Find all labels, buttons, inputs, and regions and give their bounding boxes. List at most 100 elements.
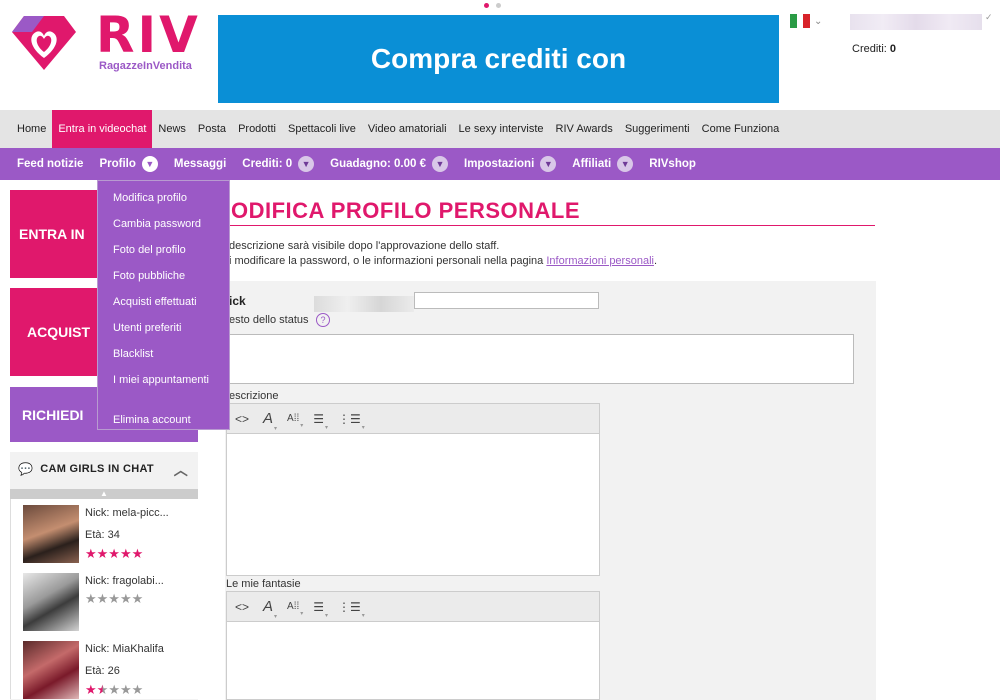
nick-value-redacted xyxy=(314,296,414,312)
personal-info-link[interactable]: Informazioni personali xyxy=(546,255,654,267)
nav-item-videochat[interactable]: Entra in videochat xyxy=(52,110,153,148)
user-nav: Feed notizie Profilo ▼ Messaggi Crediti:… xyxy=(0,148,1000,180)
chevron-down-icon: ▼ xyxy=(141,156,158,172)
italy-flag-icon xyxy=(790,14,811,28)
subnav-profilo-label: Profilo xyxy=(99,158,136,170)
help-icon[interactable]: ? xyxy=(316,313,330,327)
cam-age: Età: 34 xyxy=(85,529,120,541)
info-text-password: i modificare la password, o le informazi… xyxy=(229,255,657,267)
align-left-icon[interactable]: ☰ ▾ xyxy=(313,412,328,431)
list-item[interactable]: Nick: MiaKhalifa Età: 26 ★★★★★ xyxy=(23,641,193,699)
menu-item-foto-pubbliche[interactable]: Foto pubbliche xyxy=(98,263,229,289)
menu-item-elimina-account[interactable]: Elimina account xyxy=(98,407,229,433)
page-title: ODIFICA PROFILO PERSONALE xyxy=(231,198,581,223)
title-divider xyxy=(225,225,875,226)
subnav-impostazioni[interactable]: Impostazioni ▼ xyxy=(464,156,557,172)
rating-stars: ★★★★★ xyxy=(85,591,144,606)
subnav-crediti-label: Crediti: 0 xyxy=(242,158,293,170)
nick-input[interactable] xyxy=(414,292,599,309)
cam-girls-header[interactable]: 💬 CAM GIRLS IN CHAT ︿ xyxy=(10,452,198,486)
site-logo[interactable]: RIV RagazzeInVendita xyxy=(10,6,210,74)
nav-item-awards[interactable]: RIV Awards xyxy=(550,110,619,148)
logo-subtitle: RagazzeInVendita xyxy=(99,60,192,72)
carousel-dot-active[interactable] xyxy=(484,3,489,8)
nav-item-video[interactable]: Video amatoriali xyxy=(362,110,453,148)
menu-item-appuntamenti[interactable]: I miei appuntamenti xyxy=(98,367,229,393)
description-editor[interactable]: <> A ▾ A⁞⁞ ▾ ☰ ▾ ⋮☰ ▾ xyxy=(226,403,600,576)
chevron-up-icon[interactable]: ︿ xyxy=(174,460,188,480)
subnav-crediti[interactable]: Crediti: 0 ▼ xyxy=(242,156,315,172)
enter-chat-label: ENTRA IN xyxy=(19,226,85,242)
carousel-dots xyxy=(484,3,501,8)
font-size-icon[interactable]: A⁞⁞ ▾ xyxy=(287,413,303,429)
chevron-down-icon: ▼ xyxy=(617,156,634,172)
list-icon[interactable]: ⋮☰ ▾ xyxy=(338,600,365,619)
carousel-dot[interactable] xyxy=(496,3,501,8)
nav-item-spettacoli[interactable]: Spettacoli live xyxy=(282,110,362,148)
font-style-icon[interactable]: A ▾ xyxy=(263,598,277,620)
username-redacted[interactable] xyxy=(850,14,982,30)
subnav-impostazioni-label: Impostazioni xyxy=(464,158,535,170)
language-selector[interactable]: ⌄ xyxy=(790,14,822,28)
banner-text: Compra crediti con xyxy=(370,43,627,74)
cam-nick[interactable]: Nick: MiaKhalifa xyxy=(85,643,164,655)
avatar[interactable] xyxy=(23,505,79,563)
description-label: escrizione xyxy=(229,390,279,402)
cam-girls-list: Nick: mela-picc... Età: 34 ★★★★★ Nick: f… xyxy=(10,499,198,699)
subnav-guadagno[interactable]: Guadagno: 0.00 € ▼ xyxy=(330,156,448,172)
subnav-messaggi-label: Messaggi xyxy=(173,158,227,170)
cam-nick[interactable]: Nick: fragolabi... xyxy=(85,575,164,587)
scroll-up-bar[interactable]: ▲ xyxy=(10,489,198,499)
menu-separator xyxy=(98,393,229,407)
nav-item-news[interactable]: News xyxy=(152,110,192,148)
subnav-affiliati-label: Affiliati xyxy=(572,158,612,170)
profile-dropdown-menu: Modifica profilo Cambia password Foto de… xyxy=(97,180,230,430)
code-view-icon[interactable]: <> xyxy=(235,600,249,614)
code-view-icon[interactable]: <> xyxy=(235,412,249,426)
rating-stars: ★★★★★ xyxy=(85,682,144,697)
cam-girls-title: CAM GIRLS IN CHAT xyxy=(40,463,154,475)
editor-toolbar: <> A ▾ A⁞⁞ ▾ ☰ ▾ ⋮☰ ▾ xyxy=(227,592,599,622)
font-style-icon[interactable]: A ▾ xyxy=(263,410,277,432)
menu-item-modifica-profilo[interactable]: Modifica profilo xyxy=(98,185,229,211)
menu-item-cambia-password[interactable]: Cambia password xyxy=(98,211,229,237)
info-text-approval: descrizione sarà visibile dopo l'approva… xyxy=(229,240,500,252)
menu-item-foto-profilo[interactable]: Foto del profilo xyxy=(98,237,229,263)
subnav-affiliati[interactable]: Affiliati ▼ xyxy=(572,156,634,172)
subnav-profilo[interactable]: Profilo ▼ xyxy=(99,156,158,172)
font-size-icon[interactable]: A⁞⁞ ▾ xyxy=(287,601,303,617)
nav-item-suggerimenti[interactable]: Suggerimenti xyxy=(619,110,696,148)
promo-banner[interactable]: Compra crediti con xyxy=(218,15,779,103)
list-item[interactable]: Nick: mela-picc... Età: 34 ★★★★★ xyxy=(23,505,193,563)
nav-item-prodotti[interactable]: Prodotti xyxy=(232,110,282,148)
buy-credits-label: ACQUIST xyxy=(27,324,90,340)
menu-item-utenti-preferiti[interactable]: Utenti preferiti xyxy=(98,315,229,341)
align-left-icon[interactable]: ☰ ▾ xyxy=(313,600,328,619)
subnav-feed[interactable]: Feed notizie xyxy=(17,158,83,170)
fantasies-label: Le mie fantasie xyxy=(226,578,301,590)
subnav-rivshop-label: RIVshop xyxy=(649,158,696,170)
subnav-rivshop[interactable]: RIVshop xyxy=(649,158,696,170)
chevron-down-icon: ▼ xyxy=(298,156,315,172)
header: RIV RagazzeInVendita Compra crediti con … xyxy=(0,0,1000,110)
credits-value: 0 xyxy=(889,43,897,55)
subnav-guadagno-label: Guadagno: 0.00 € xyxy=(330,158,426,170)
nav-item-home[interactable]: Home xyxy=(11,110,52,148)
list-icon[interactable]: ⋮☰ ▾ xyxy=(338,412,365,431)
fantasies-editor[interactable]: <> A ▾ A⁞⁞ ▾ ☰ ▾ ⋮☰ ▾ xyxy=(226,591,600,700)
avatar[interactable] xyxy=(23,573,79,631)
menu-item-blacklist[interactable]: Blacklist xyxy=(98,341,229,367)
chat-bubble-icon: 💬 xyxy=(18,462,34,476)
avatar[interactable] xyxy=(23,641,79,699)
menu-item-acquisti[interactable]: Acquisti effettuati xyxy=(98,289,229,315)
status-textarea[interactable] xyxy=(226,334,854,384)
nav-item-posta[interactable]: Posta xyxy=(192,110,232,148)
nav-item-come-funziona[interactable]: Come Funziona xyxy=(696,110,786,148)
subnav-messaggi[interactable]: Messaggi xyxy=(174,158,226,170)
nick-label: ick xyxy=(229,294,246,308)
list-item[interactable]: Nick: fragolabi... ★★★★★ xyxy=(23,573,193,631)
nav-item-interviste[interactable]: Le sexy interviste xyxy=(453,110,550,148)
request-label: RICHIEDI xyxy=(22,406,84,423)
chevron-down-icon[interactable]: ✓ xyxy=(985,12,993,23)
cam-nick[interactable]: Nick: mela-picc... xyxy=(85,507,169,519)
